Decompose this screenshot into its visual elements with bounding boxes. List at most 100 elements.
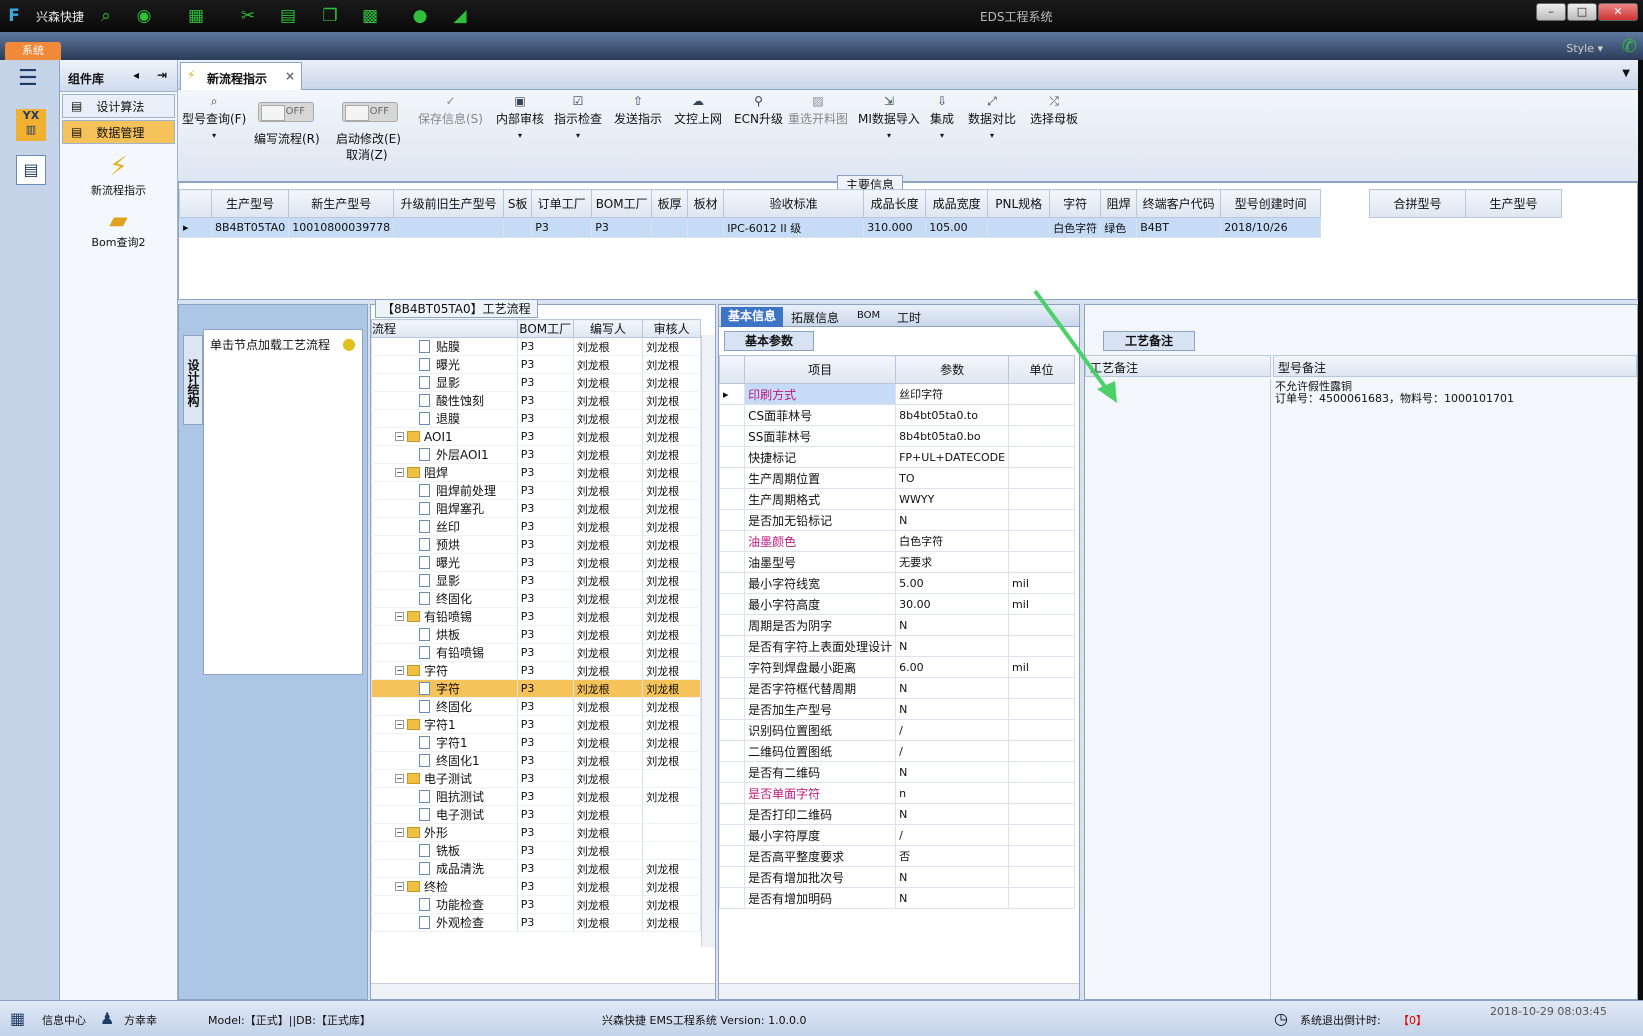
column-header[interactable]: 流程 [371,319,518,338]
process-row[interactable]: 曝光 P3 刘龙根 刘龙根 [371,355,701,374]
param-row[interactable]: 是否有增加批次号 N [718,866,1075,888]
param-value[interactable]: N [895,635,1010,657]
column-header[interactable]: 生产型号 [1465,189,1562,218]
sidebar-item-design-algorithm[interactable]: ▤ 设计算法 [62,94,175,118]
globe-icon[interactable]: ◉ [134,6,154,26]
process-row[interactable]: 显影 P3 刘龙根 刘龙根 [371,571,701,590]
process-row[interactable]: − 有铅喷锡 P3 刘龙根 刘龙根 [371,607,701,626]
process-row[interactable]: 铣板 P3 刘龙根 [371,841,701,860]
param-row[interactable]: 生产周期位置 TO [718,467,1075,489]
grid-cell[interactable]: 8B4BT05TA0 [210,217,290,238]
process-horizontal-scrollbar[interactable] [371,983,715,999]
grid-icon[interactable]: ▦ [10,1009,25,1028]
column-header[interactable]: 新生产型号 [288,189,395,218]
process-row[interactable]: 外层AOI1 P3 刘龙根 刘龙根 [371,445,701,464]
save-info-button[interactable]: ✓ 保存信息(S) [418,94,483,127]
process-row[interactable]: 有铅喷锡 P3 刘龙根 刘龙根 [371,643,701,662]
param-value[interactable]: / [895,719,1010,741]
process-row[interactable]: 终固化1 P3 刘龙根 刘龙根 [371,751,701,770]
grid-cell[interactable]: IPC-6012 II 级 [723,217,865,238]
column-header[interactable]: 合拼型号 [1369,189,1466,218]
column-header[interactable]: 板厚 [651,189,689,218]
process-row[interactable]: 退膜 P3 刘龙根 刘龙根 [371,409,701,428]
param-value[interactable]: / [895,824,1010,846]
process-row[interactable]: 终固化 P3 刘龙根 刘龙根 [371,589,701,608]
reselect-cut-drawing-button[interactable]: ▨ 重选开料图 [788,94,848,127]
param-row[interactable]: 油墨颜色 白色字符 [718,530,1075,552]
tab-basic-params[interactable]: 基本参数 [724,331,814,351]
grid-cell[interactable]: 白色字符 [1049,217,1102,238]
column-header[interactable]: 终端客户代码 [1136,189,1222,218]
search-icon[interactable]: ⌕ [96,6,116,26]
param-value[interactable]: N [895,698,1010,720]
param-value[interactable]: N [895,614,1010,636]
grid-cell[interactable]: B4BT [1136,217,1222,238]
process-row[interactable]: 字符1 P3 刘龙根 刘龙根 [371,733,701,752]
doc-control-online-button[interactable]: ☁ 文控上网 [674,94,722,127]
process-row[interactable]: 显影 P3 刘龙根 刘龙根 [371,373,701,392]
param-value[interactable]: N [895,866,1010,888]
param-value[interactable]: N [895,803,1010,825]
process-vertical-scrollbar[interactable] [701,335,715,947]
param-value[interactable]: N [895,677,1010,699]
process-row[interactable]: 字符 P3 刘龙根 刘龙根 [371,679,701,698]
column-header[interactable]: 板材 [687,189,725,218]
param-row[interactable]: 最小字符厚度 / [718,824,1075,846]
collapse-icon[interactable]: − [395,666,404,675]
param-row[interactable]: 快捷标记 FP+UL+DATECODE [718,446,1075,468]
tab-work-hours[interactable]: 工时 [897,309,921,326]
send-instruction-button[interactable]: ⇧ 发送指示 [614,94,662,127]
param-row[interactable]: 生产周期格式 WWYY [718,488,1075,510]
param-value[interactable]: n [895,782,1010,804]
param-row[interactable]: 是否打印二维码 N [718,803,1075,825]
sidebar-item-bom-query[interactable]: ▰ Bom查询2 [60,206,177,250]
tab-basic-info[interactable]: 基本信息 [721,307,783,327]
column-header[interactable]: 阻焊 [1100,189,1138,218]
grid-cell[interactable]: 310.000 [863,217,927,238]
tab-bom[interactable]: BOM [857,310,880,321]
collapse-icon[interactable]: − [395,432,404,441]
style-selector[interactable]: Style ▾ [1566,42,1603,55]
column-header[interactable]: 升级前旧生产型号 [393,189,505,218]
info-horizontal-scrollbar[interactable] [719,983,1079,999]
collapse-icon[interactable]: − [395,828,404,837]
column-header[interactable]: BOM工厂 [591,189,653,218]
grid-cell[interactable] [503,217,533,238]
calendar-module-icon[interactable]: ▤ [16,155,46,185]
sidebar-item-new-flow[interactable]: ⚡ 新流程指示 [60,152,177,198]
collapse-left-icon[interactable]: ◂ [133,68,139,82]
process-row[interactable]: 曝光 P3 刘龙根 刘龙根 [371,553,701,572]
chart-icon[interactable]: ◢ [450,6,470,26]
process-row[interactable]: 功能检查 P3 刘龙根 刘龙根 [371,895,701,914]
grid-cell[interactable]: 10010800039778 [288,217,395,238]
param-row[interactable]: CS面菲林号 8b4bt05ta0.to [718,404,1075,426]
grid-cell[interactable]: P3 [531,217,593,238]
param-row[interactable]: 是否有增加明码 N [718,887,1075,909]
pin-icon[interactable]: ⇥ [157,68,167,82]
tab-new-flow[interactable]: ⚡ 新流程指示 × [180,62,302,90]
film-icon[interactable]: ▤ [278,6,298,26]
column-header[interactable]: 成品宽度 [925,189,989,218]
process-row[interactable]: 外观检查 P3 刘龙根 刘龙根 [371,913,701,932]
grid-cell[interactable]: 绿色 [1100,217,1138,238]
process-row[interactable]: 丝印 P3 刘龙根 刘龙根 [371,517,701,536]
param-row[interactable]: 是否有字符上表面处理设计 N [718,635,1075,657]
param-value[interactable]: 无要求 [895,551,1010,573]
process-row[interactable]: − AOI1 P3 刘龙根 刘龙根 [371,427,701,446]
tab-dropdown-icon[interactable]: ▼ [1622,68,1630,79]
param-value[interactable]: WWYY [895,488,1010,510]
param-row[interactable]: 字符到焊盘最小距离 6.00 mil [718,656,1075,678]
param-value[interactable]: 8b4bt05ta0.bo [895,425,1010,447]
process-row[interactable]: 成品清洗 P3 刘龙根 刘龙根 [371,859,701,878]
param-value[interactable]: 30.00 [895,593,1010,615]
instruction-check-button[interactable]: ☑ 指示检查 ▾ [554,94,602,140]
sidebar-item-data-management[interactable]: ▤ 数据管理 [62,120,175,144]
tab-extended-info[interactable]: 拓展信息 [791,309,839,326]
param-row[interactable]: 最小字符高度 30.00 mil [718,593,1075,615]
start-modify-toggle[interactable]: OFF [342,102,398,122]
param-value[interactable]: FP+UL+DATECODE [895,446,1010,468]
param-row[interactable]: 是否加生产型号 N [718,698,1075,720]
grid-cell[interactable] [687,217,725,238]
grid-cell[interactable]: P3 [591,217,653,238]
column-header[interactable]: 审核人 [642,319,701,338]
